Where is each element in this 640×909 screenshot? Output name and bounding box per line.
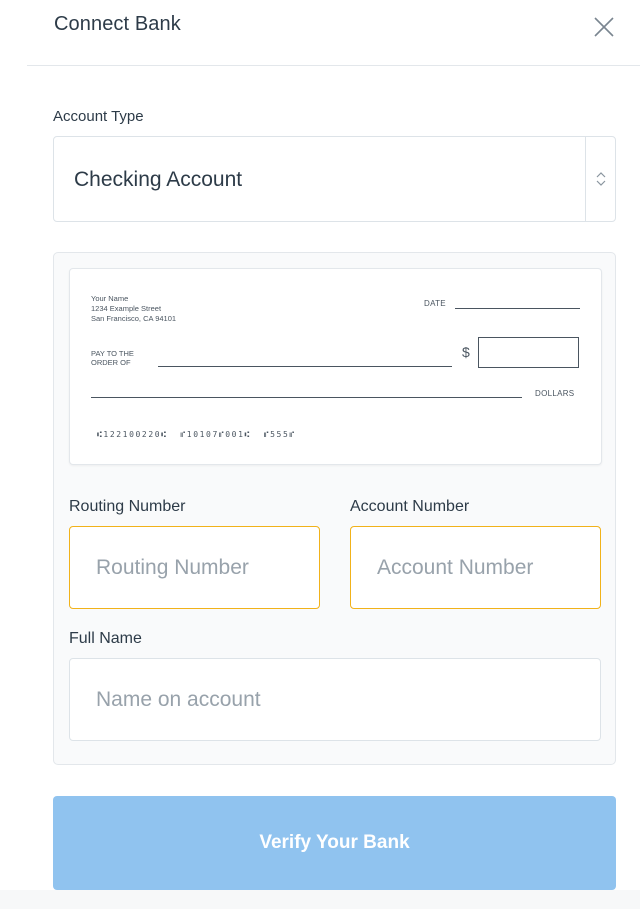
verify-bank-button[interactable]: Verify Your Bank xyxy=(53,796,616,890)
header-divider xyxy=(27,65,640,66)
routing-number-input[interactable] xyxy=(69,526,320,609)
full-name-input[interactable] xyxy=(69,658,601,741)
check-dollars-line xyxy=(91,397,522,398)
check-dollar-sign: $ xyxy=(462,344,470,360)
bank-details-panel: Your Name 1234 Example Street San Franci… xyxy=(53,252,616,765)
select-arrow-area[interactable] xyxy=(585,137,615,221)
account-type-selected-value: Checking Account xyxy=(74,168,243,191)
check-pay-to-line: ORDER OF xyxy=(91,358,131,367)
check-date-line xyxy=(455,308,580,309)
routing-number-label: Routing Number xyxy=(69,498,186,515)
account-number-label: Account Number xyxy=(350,498,470,515)
check-address: Your Name 1234 Example Street San Franci… xyxy=(91,294,176,324)
modal-title: Connect Bank xyxy=(54,13,181,35)
check-pay-to-line: PAY TO THE xyxy=(91,349,134,358)
check-date-label: DATE xyxy=(424,299,446,308)
modal-header: Connect Bank xyxy=(0,0,640,66)
full-name-label: Full Name xyxy=(69,630,142,647)
account-number-input[interactable] xyxy=(350,526,601,609)
check-amount-box xyxy=(478,337,579,368)
check-dollars-label: DOLLARS xyxy=(535,389,575,398)
close-button[interactable] xyxy=(590,13,618,41)
check-payee-line xyxy=(158,366,452,367)
close-icon xyxy=(594,17,614,37)
account-type-label: Account Type xyxy=(53,108,144,125)
check-address-line: Your Name xyxy=(91,294,129,303)
account-type-select[interactable]: Checking Account xyxy=(53,136,616,222)
check-address-line: San Francisco, CA 94101 xyxy=(91,314,177,323)
sample-check-illustration: Your Name 1234 Example Street San Franci… xyxy=(69,268,602,465)
chevron-up-down-icon xyxy=(596,172,606,186)
check-address-line: 1234 Example Street xyxy=(91,304,162,313)
check-micr-line: ⑆122100220⑆ ⑈10107⑈001⑆ ⑈555⑈ xyxy=(97,430,296,439)
bottom-strip xyxy=(0,890,640,909)
check-pay-to-label: PAY TO THE ORDER OF xyxy=(91,349,134,367)
